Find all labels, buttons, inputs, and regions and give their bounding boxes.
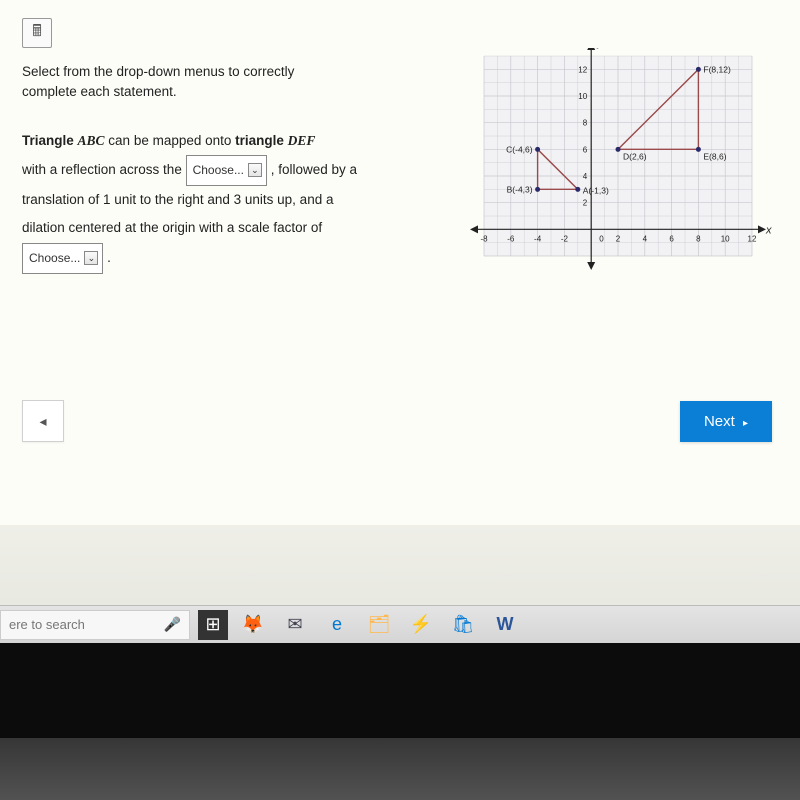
- edge-icon[interactable]: e: [320, 610, 354, 640]
- arrow-left-icon: ◂: [39, 413, 46, 430]
- svg-text:2: 2: [583, 199, 588, 208]
- chevron-down-icon: ⌄: [248, 163, 262, 177]
- search-placeholder: ere to search: [9, 617, 85, 632]
- word-icon[interactable]: W: [488, 610, 522, 640]
- svg-text:B(-4,3): B(-4,3): [507, 184, 533, 194]
- monitor-edge: [0, 738, 800, 800]
- svg-text:D(2,6): D(2,6): [623, 151, 647, 161]
- back-button[interactable]: ◂: [22, 400, 64, 442]
- svg-text:8: 8: [583, 119, 588, 128]
- svg-text:F(8,12): F(8,12): [703, 64, 731, 74]
- svg-text:-4: -4: [534, 234, 542, 243]
- task-view-icon[interactable]: ⊞: [198, 610, 228, 640]
- svg-text:0: 0: [599, 234, 604, 243]
- question-statement: Triangle ABC can be mapped onto triangle…: [22, 127, 382, 274]
- svg-text:12: 12: [748, 234, 757, 243]
- svg-text:12: 12: [578, 65, 587, 74]
- svg-text:-6: -6: [507, 234, 515, 243]
- lower-gradient: [0, 525, 800, 605]
- dropdown-label: Choose...: [193, 158, 244, 183]
- svg-text:4: 4: [643, 234, 648, 243]
- question-line-5: Choose... ⌄ .: [22, 243, 382, 274]
- coordinate-graph: -8 -6 -4 -2 0 2 4 6 8 10 12 2 4 6 8 10 12 x y A(-1,3) B(-4,3…: [464, 48, 772, 278]
- taskbar-search[interactable]: ere to search 🎤: [0, 610, 190, 640]
- store-icon[interactable]: 🛍: [446, 610, 480, 640]
- svg-text:y: y: [596, 48, 604, 49]
- nav-row: ◂ Next ▸: [22, 400, 772, 442]
- svg-text:-2: -2: [561, 234, 569, 243]
- svg-text:6: 6: [669, 234, 674, 243]
- svg-text:A(-1,3): A(-1,3): [583, 185, 609, 195]
- svg-text:10: 10: [721, 234, 730, 243]
- svg-text:-8: -8: [480, 234, 488, 243]
- calculator-button[interactable]: 🖩: [22, 18, 52, 48]
- svg-text:2: 2: [616, 234, 621, 243]
- scale-factor-dropdown[interactable]: Choose... ⌄: [22, 243, 103, 274]
- windows-taskbar: ere to search 🎤 ⊞ 🦊 ✉ e 🗂 ⚡ 🛍 W: [0, 605, 800, 643]
- svg-text:10: 10: [578, 92, 587, 101]
- microphone-icon: 🎤: [164, 616, 181, 633]
- app-icon[interactable]: ⚡: [404, 610, 438, 640]
- arrow-right-icon: ▸: [743, 418, 748, 429]
- app-screen: 🖩 Select from the drop-down menus to cor…: [0, 0, 800, 640]
- file-explorer-icon[interactable]: 🗂: [362, 610, 396, 640]
- question-line-2: with a reflection across the Choose... ⌄…: [22, 155, 382, 186]
- question-line-4: dilation centered at the origin with a s…: [22, 214, 382, 242]
- svg-text:6: 6: [583, 145, 588, 154]
- graph-svg: -8 -6 -4 -2 0 2 4 6 8 10 12 2 4 6 8 10 12 x y A(-1,3) B(-4,3…: [464, 48, 772, 278]
- svg-text:E(8,6): E(8,6): [703, 151, 726, 161]
- svg-text:C(-4,6): C(-4,6): [506, 144, 533, 154]
- content-area: 🖩 Select from the drop-down menus to cor…: [0, 0, 800, 525]
- next-button-label: Next: [704, 413, 735, 430]
- instruction-text: Select from the drop-down menus to corre…: [22, 62, 352, 103]
- mail-icon[interactable]: ✉: [278, 610, 312, 640]
- reflection-axis-dropdown[interactable]: Choose... ⌄: [186, 155, 267, 186]
- dropdown-label: Choose...: [29, 246, 80, 271]
- next-button[interactable]: Next ▸: [680, 401, 772, 442]
- chevron-down-icon: ⌄: [84, 251, 98, 265]
- svg-text:8: 8: [696, 234, 701, 243]
- calculator-icon: 🖩: [32, 20, 42, 47]
- firefox-icon[interactable]: 🦊: [236, 610, 270, 640]
- question-line-3: translation of 1 unit to the right and 3…: [22, 186, 382, 214]
- svg-text:4: 4: [583, 172, 588, 181]
- svg-text:x: x: [765, 224, 772, 236]
- question-line-1: Triangle ABC can be mapped onto triangle…: [22, 127, 382, 155]
